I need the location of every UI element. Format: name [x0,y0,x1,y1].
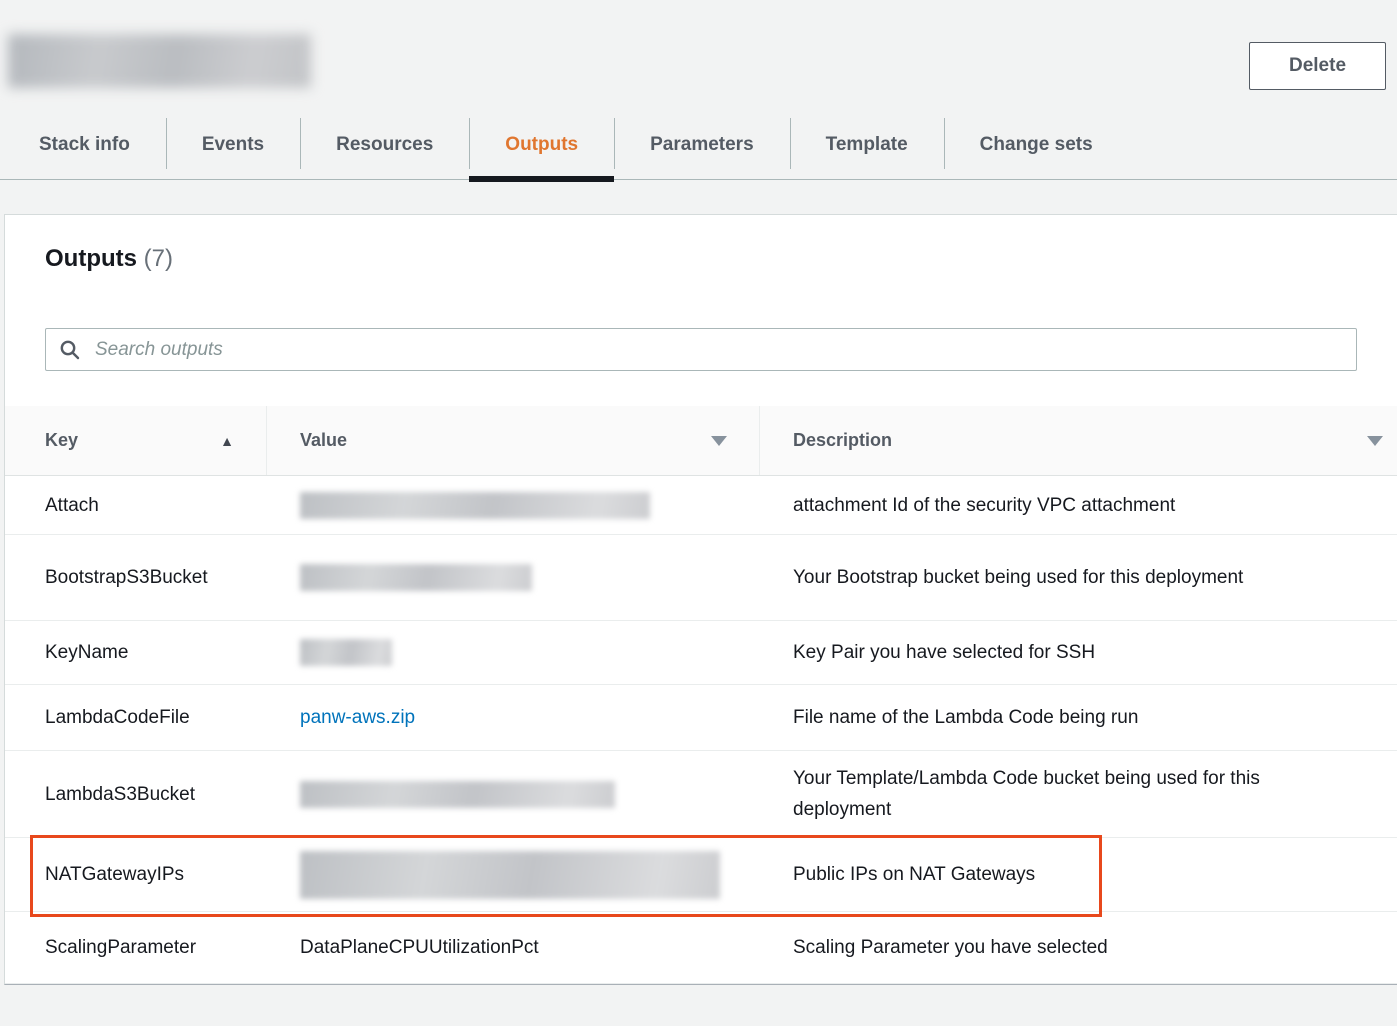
outputs-count: (7) [144,245,173,272]
output-value: panw-aws.zip [267,695,760,741]
output-value: DataPlaneCPUUtilizationPct [267,925,760,971]
outputs-table-body: Attach attachment Id of the security VPC … [5,476,1397,984]
output-value [267,552,760,603]
output-description: Your Template/Lambda Code bucket being u… [760,751,1397,837]
delete-button[interactable]: Delete [1249,42,1386,90]
tab-change-sets[interactable]: Change sets [944,110,1129,179]
tab-parameters[interactable]: Parameters [614,110,790,179]
tab-events[interactable]: Events [166,110,300,179]
sort-ascending-icon[interactable]: ▲ [220,434,234,448]
filter-icon-value[interactable] [711,436,727,446]
redacted-value [300,781,615,808]
output-key: KeyName [5,625,267,680]
table-row: BootstrapS3Bucket Your Bootstrap bucket b… [5,535,1397,621]
stack-tabs: Stack info Events Resources Outputs Para… [0,110,1397,180]
column-label-value: Value [300,430,347,451]
tab-outputs[interactable]: Outputs [469,110,614,179]
value-text: DataPlaneCPUUtilizationPct [300,937,539,958]
tab-stack-info[interactable]: Stack info [3,110,166,179]
output-description: File name of the Lambda Code being run [760,690,1397,745]
column-label-description: Description [793,430,892,451]
output-value [267,769,760,820]
output-description: Key Pair you have selected for SSH [760,625,1397,680]
redacted-value [300,564,532,591]
outputs-panel: Outputs (7) Key ▲ Value Description Atta… [4,214,1397,985]
output-key: LambdaCodeFile [5,690,267,745]
value-link[interactable]: panw-aws.zip [300,707,415,728]
search-box [45,328,1357,371]
table-row: LambdaS3Bucket Your Template/Lambda Code … [5,751,1397,838]
tab-resources[interactable]: Resources [300,110,469,179]
output-value [267,627,760,678]
table-row: Attach attachment Id of the security VPC … [5,476,1397,535]
redacted-value [300,492,650,519]
column-label-key: Key [45,430,78,451]
output-key: BootstrapS3Bucket [5,550,267,605]
table-row: KeyName Key Pair you have selected for SS… [5,621,1397,685]
output-key: LambdaS3Bucket [5,767,267,822]
page-header: Delete [0,0,1397,110]
search-icon [59,339,81,361]
table-row: ScalingParameter DataPlaneCPUUtilizationP… [5,912,1397,984]
output-description: Your Bootstrap bucket being used for thi… [760,550,1397,605]
output-key: NATGatewayIPs [5,847,267,902]
column-header-description[interactable]: Description [760,406,1397,475]
filter-icon-description[interactable] [1367,436,1383,446]
output-description: Scaling Parameter you have selected [760,920,1397,975]
table-row: LambdaCodeFile panw-aws.zip File name of t… [5,685,1397,751]
redacted-value [300,639,392,666]
table-row-highlighted: NATGatewayIPs Public IPs on NAT Gateways [5,838,1397,912]
output-value [267,480,760,531]
table-header: Key ▲ Value Description [5,406,1397,476]
panel-title-text: Outputs [45,245,137,272]
output-description: attachment Id of the security VPC attach… [760,478,1397,533]
redacted-value [300,851,720,899]
outputs-table: Key ▲ Value Description Attach attachment… [5,406,1397,984]
output-key: ScalingParameter [5,920,267,975]
output-value [267,839,760,911]
search-input[interactable] [93,338,1343,362]
output-key: Attach [5,478,267,533]
column-header-key[interactable]: Key ▲ [5,406,267,475]
column-header-value[interactable]: Value [267,406,760,475]
tab-template[interactable]: Template [790,110,944,179]
output-description: Public IPs on NAT Gateways [760,847,1397,902]
panel-title: Outputs (7) [5,215,1397,273]
stack-name-redacted [8,34,311,88]
